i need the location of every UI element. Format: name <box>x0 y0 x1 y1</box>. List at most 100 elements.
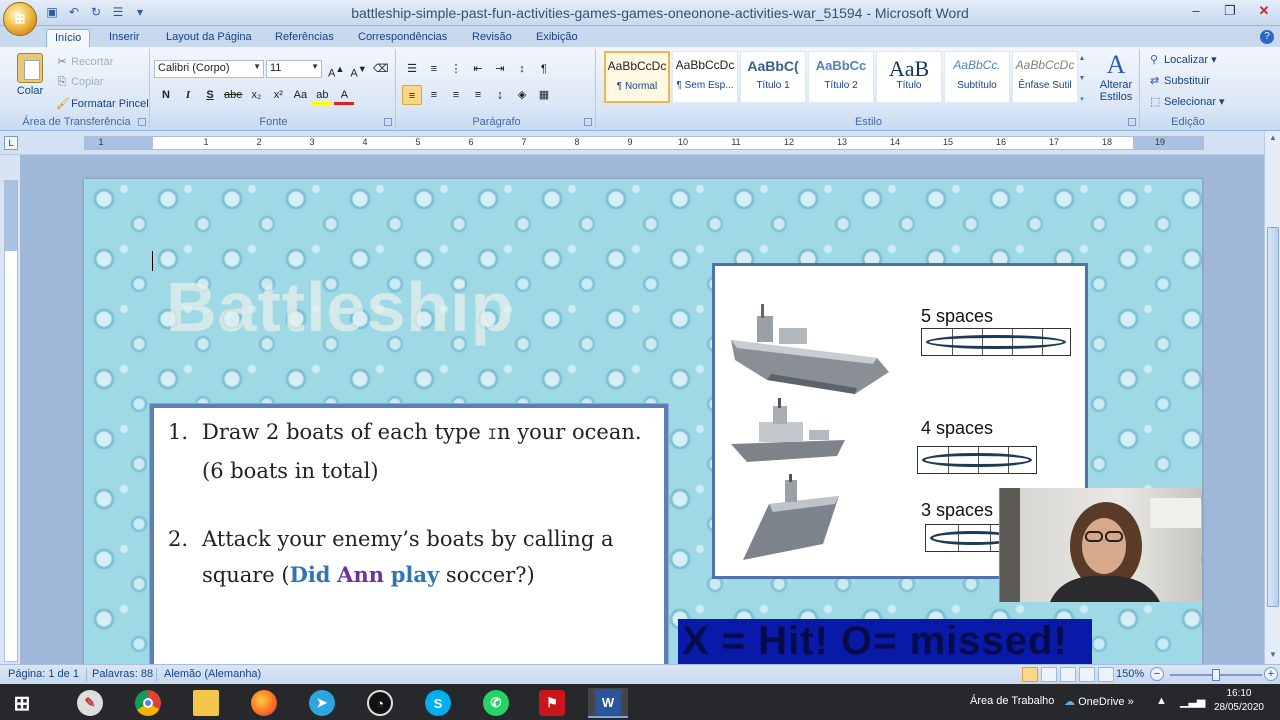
borders-icon[interactable]: ▦ <box>534 85 554 105</box>
superscript-button[interactable]: x² <box>268 85 288 105</box>
font-name-combo[interactable]: Calibri (Corpo) ▼ <box>154 60 264 78</box>
network-icon[interactable]: ▁▃▅ <box>1180 695 1205 708</box>
font-size-value: 11 <box>270 62 282 74</box>
draft-icon[interactable] <box>1098 667 1114 682</box>
restore-button[interactable]: ❐ <box>1220 2 1240 20</box>
style-normal[interactable]: AaBbCcDc ¶ Normal <box>604 51 670 103</box>
zoom-in-icon[interactable]: + <box>1264 667 1278 681</box>
style-subtitle[interactable]: AaBbCc. Subtítulo <box>944 51 1010 103</box>
style-no-spacing[interactable]: AaBbCcDc ¶ Sem Esp... <box>672 51 738 103</box>
underline-button[interactable]: S <box>200 85 220 105</box>
tab-revisao[interactable]: Revisão <box>464 29 520 47</box>
tab-selector-icon[interactable]: L <box>4 136 18 150</box>
styles-gallery-scroll[interactable]: ▲ ▼ ▾ <box>1076 55 1088 103</box>
font-size-combo[interactable]: 11 ▼ <box>266 60 322 78</box>
select-button[interactable]: ⬚ Selecionar ▾ <box>1150 95 1225 108</box>
show-marks-icon[interactable]: ¶ <box>534 59 554 79</box>
cut-button[interactable]: ✂ Recortar <box>56 55 113 68</box>
paint-icon[interactable]: ✎ <box>70 688 110 718</box>
chrome-icon[interactable] <box>128 688 168 718</box>
replace-button[interactable]: ⇄ Substituir <box>1150 74 1210 87</box>
change-case-button[interactable]: Aa <box>290 85 310 105</box>
italic-button[interactable]: I <box>178 85 198 105</box>
close-button[interactable]: ✕ <box>1254 2 1274 20</box>
align-left-icon[interactable]: ≡ <box>402 85 422 105</box>
tab-correspondencias[interactable]: Correspondências <box>350 29 455 47</box>
bullets-icon[interactable]: ☰ <box>402 59 422 79</box>
style-heading-1[interactable]: AaBbC(Título 1 <box>740 51 806 103</box>
office-button[interactable]: ⊞ <box>3 2 37 36</box>
align-right-icon[interactable]: ≡ <box>446 85 466 105</box>
numbering-icon[interactable]: ≡ <box>424 59 444 79</box>
onedrive-tray[interactable]: ☁ OneDrive » <box>1064 695 1134 708</box>
word-count[interactable]: Palavras: 88 <box>92 668 153 680</box>
grow-font-icon[interactable]: A▲ <box>326 59 346 80</box>
telegram-icon[interactable]: ➤ <box>302 688 342 718</box>
tab-layout[interactable]: Layout da Página <box>158 29 260 47</box>
find-button[interactable]: ⚲ Localizar ▾ <box>1150 53 1217 66</box>
clipboard-launcher-icon[interactable] <box>138 118 146 126</box>
page-count[interactable]: Página: 1 de 1 <box>8 668 79 680</box>
tab-exibicao[interactable]: Exibição <box>528 29 586 47</box>
tab-inicio[interactable]: Início <box>46 29 91 47</box>
tab-inserir[interactable]: Inserir <box>101 29 148 47</box>
line-spacing-icon[interactable]: ↨ <box>490 85 510 105</box>
bold-button[interactable]: N <box>156 85 176 105</box>
help-icon[interactable]: ? <box>1260 30 1274 44</box>
horizontal-ruler[interactable]: 1 1 2 3 4 5 6 7 8 9 10 11 12 13 14 15 16… <box>84 136 1204 150</box>
format-painter-button[interactable]: 🖌 Formatar Pincel <box>56 97 149 110</box>
zoom-level[interactable]: 150% <box>1116 668 1144 680</box>
styles-launcher-icon[interactable] <box>1128 118 1136 126</box>
acrobat-icon[interactable]: ⚑ <box>532 688 572 718</box>
system-clock[interactable]: 16:10 28/05/2020 <box>1214 687 1264 715</box>
chevron-down-icon[interactable]: ▼ <box>1079 75 1086 82</box>
chevron-up-icon[interactable]: ▲ <box>1079 55 1086 62</box>
vertical-scrollbar[interactable]: ▲ ▼ <box>1264 131 1280 664</box>
zoom-slider-knob[interactable] <box>1212 669 1220 681</box>
outline-icon[interactable] <box>1079 667 1095 682</box>
tab-referencias[interactable]: Referências <box>267 29 342 47</box>
vertical-ruler[interactable] <box>4 180 18 662</box>
scroll-down-icon[interactable]: ▼ <box>1267 650 1279 662</box>
font-color-icon[interactable]: A <box>334 85 355 105</box>
more-icon[interactable]: ▾ <box>1080 95 1084 103</box>
copy-button[interactable]: ⎘ Copiar <box>56 76 104 89</box>
change-styles-button[interactable]: A Alterar Estilos <box>1094 51 1138 104</box>
scissors-icon: ✂ <box>57 56 67 68</box>
firefox-icon[interactable] <box>244 688 284 718</box>
subscript-button[interactable]: x₂ <box>246 85 266 105</box>
highlight-icon[interactable]: ab <box>312 85 333 105</box>
language-indicator[interactable]: Alemão (Alemanha) <box>164 668 261 680</box>
full-screen-reading-icon[interactable] <box>1041 667 1057 682</box>
web-layout-icon[interactable] <box>1060 667 1076 682</box>
windows-start-icon[interactable]: ⊞ <box>2 688 42 718</box>
font-launcher-icon[interactable] <box>384 118 392 126</box>
clear-format-icon[interactable]: ⌫ <box>371 59 391 79</box>
scrollbar-thumb[interactable] <box>1267 227 1279 607</box>
shading-icon[interactable]: ◈ <box>512 85 532 105</box>
print-layout-icon[interactable] <box>1022 667 1038 682</box>
multilevel-icon[interactable]: ⋮ <box>446 59 466 79</box>
decrease-indent-icon[interactable]: ⇤ <box>468 59 488 79</box>
desktop-toolbar-label[interactable]: Área de Trabalho <box>970 695 1054 707</box>
file-explorer-icon[interactable] <box>186 688 226 718</box>
word-icon[interactable]: W <box>588 688 628 718</box>
strikethrough-button[interactable]: abe <box>222 85 244 105</box>
style-heading-2[interactable]: AaBbCc Título 2 <box>808 51 874 103</box>
skype-icon[interactable]: S <box>418 688 458 718</box>
align-center-icon[interactable]: ≡ <box>424 85 444 105</box>
tray-overflow-icon[interactable]: ▲ <box>1156 695 1167 707</box>
whatsapp-icon[interactable]: ✆ <box>476 688 516 718</box>
justify-icon[interactable]: ≡ <box>468 85 488 105</box>
increase-indent-icon[interactable]: ⇥ <box>490 59 510 79</box>
style-title[interactable]: AaB Título <box>876 51 942 103</box>
style-subtle-emphasis[interactable]: AaBbCcDc Ênfase Sutil <box>1012 51 1078 103</box>
paragraph-launcher-icon[interactable] <box>584 118 592 126</box>
zoom-out-icon[interactable]: − <box>1150 667 1164 681</box>
paste-button[interactable]: Colar <box>12 53 48 105</box>
minimize-button[interactable]: – <box>1186 2 1206 20</box>
scroll-up-icon[interactable]: ▲ <box>1267 133 1279 145</box>
sort-icon[interactable]: ↕ <box>512 59 532 79</box>
obs-icon[interactable]: ◔ <box>360 688 400 718</box>
shrink-font-icon[interactable]: A▼ <box>348 59 368 80</box>
